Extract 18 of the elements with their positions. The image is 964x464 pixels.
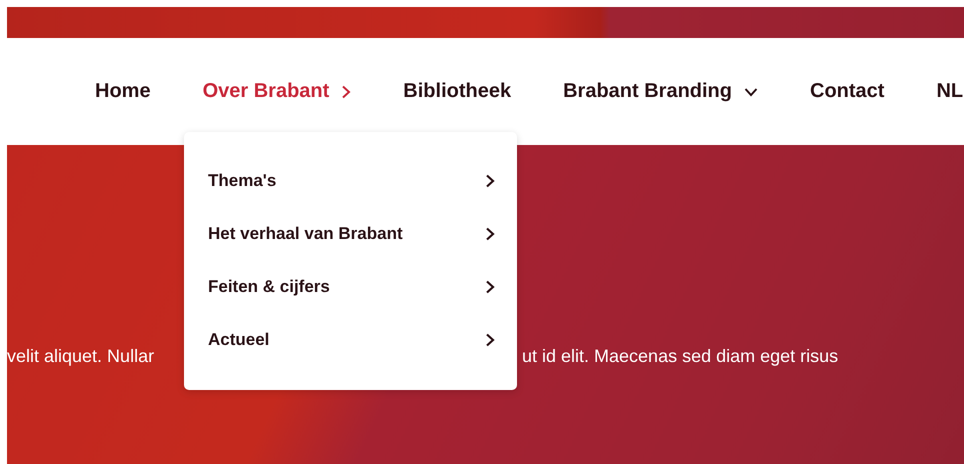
menu-item[interactable]: Feiten & cijfers (208, 260, 495, 313)
hero-text: ut id elit. Maecenas sed diam eget risus (522, 346, 838, 367)
chevron-right-icon (485, 280, 495, 294)
nav-link[interactable]: Bibliotheek (403, 80, 512, 103)
chevron-down-icon (744, 86, 758, 96)
nav-link[interactable]: Brabant Branding (563, 80, 758, 103)
chevron-right-icon (341, 84, 352, 98)
chevron-right-icon (485, 174, 495, 188)
nav-link[interactable]: Contact (810, 80, 884, 103)
chevron-right-icon (485, 332, 495, 346)
menu-item[interactable]: Thema's (208, 154, 495, 207)
hero-text: velit aliquet. Nullar (7, 346, 156, 367)
nav-link[interactable]: Home (95, 80, 151, 103)
menu-item[interactable]: Het verhaal van Brabant (208, 207, 495, 260)
nav-link[interactable]: Over Brabant (202, 80, 352, 103)
chevron-right-icon (485, 226, 495, 240)
menu-item[interactable]: Actueel (208, 313, 495, 366)
nav-link[interactable]: NL (936, 80, 964, 103)
